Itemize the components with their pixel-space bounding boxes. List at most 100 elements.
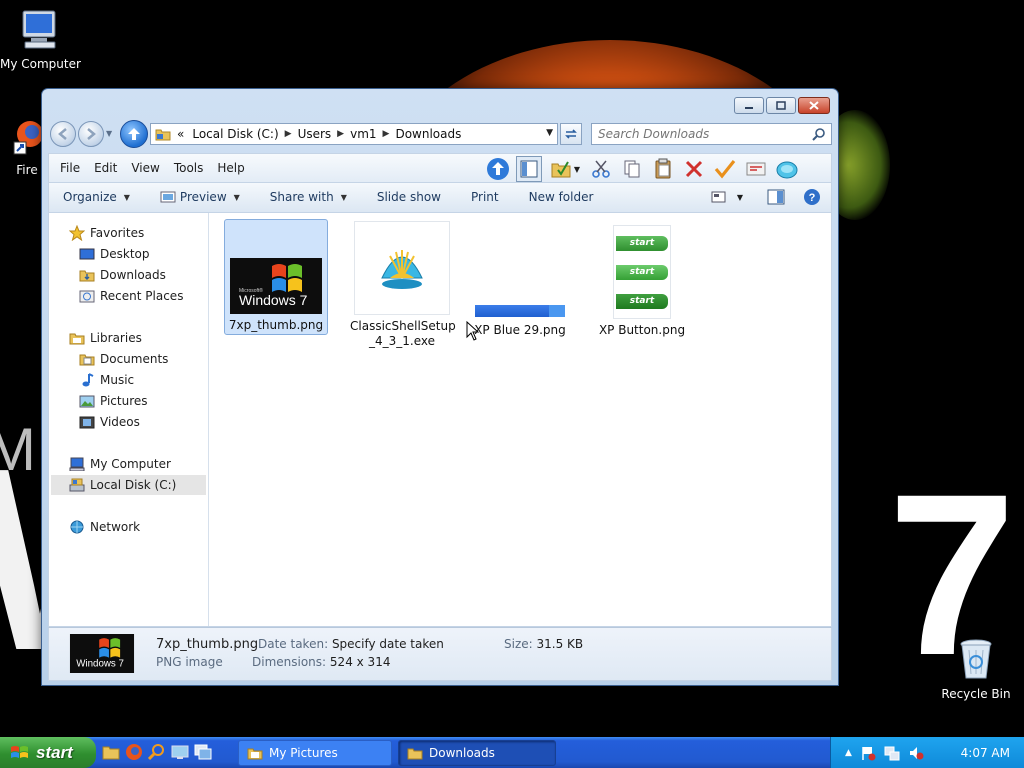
clock[interactable]: 4:07 AM [961, 746, 1010, 760]
preview-label: Preview [179, 190, 227, 204]
maximize-button[interactable] [766, 97, 796, 114]
desktop-icon-my-computer[interactable]: My Computer [0, 8, 81, 71]
toolbar-delete-button[interactable] [681, 156, 707, 182]
taskbar-button-label: My Pictures [269, 746, 338, 760]
minimize-button[interactable] [734, 97, 764, 114]
nav-libraries[interactable]: Libraries [69, 328, 142, 348]
back-button[interactable] [50, 121, 76, 147]
new-folder-button[interactable]: New folder [514, 190, 609, 204]
toolbar-cut-button[interactable] [588, 156, 614, 182]
organize-button[interactable]: Organize ▼ [53, 190, 145, 204]
file-item-xp-blue-29[interactable]: XP Blue 29.png [468, 221, 572, 338]
volume-muted-icon[interactable] [908, 745, 924, 761]
nav-music[interactable]: Music [79, 370, 134, 390]
address-bar[interactable]: « Local Disk (C:) ▶ Users ▶ vm1 ▶ Downlo… [150, 123, 558, 145]
action-center-flag-icon[interactable] [860, 745, 876, 761]
share-with-button[interactable]: Share with ▼ [255, 190, 362, 204]
taskbar-button-my-pictures[interactable]: My Pictures [238, 740, 392, 766]
file-item-classicshellsetup[interactable]: ClassicShellSetup _4_3_1.exe [350, 221, 456, 349]
quick-launch-firefox[interactable] [125, 743, 143, 761]
toolbar-folder-options-button[interactable]: ▼ [547, 156, 583, 182]
address-segment-downloads[interactable]: Downloads [395, 127, 461, 141]
forward-button[interactable] [78, 121, 104, 147]
scissors-icon [592, 160, 610, 178]
toolbar-navigation-pane-button[interactable] [516, 156, 542, 182]
address-segment-local-disk[interactable]: Local Disk (C:) [192, 127, 278, 141]
address-segment-users[interactable]: Users [298, 127, 332, 141]
slide-show-button[interactable]: Slide show [362, 190, 456, 204]
taskbar-button-downloads[interactable]: Downloads [398, 740, 556, 766]
toolbar-classic-shell-button[interactable] [774, 156, 800, 182]
address-dropdown-icon[interactable]: ▼ [546, 128, 553, 138]
nav-local-disk[interactable]: Local Disk (C:) [51, 475, 206, 495]
print-button[interactable]: Print [456, 190, 514, 204]
toolbar-up-button[interactable] [485, 156, 511, 182]
nav-network-label: Network [90, 520, 141, 534]
nav-network[interactable]: Network [69, 517, 140, 537]
mouse-cursor-icon [466, 321, 480, 341]
menu-tools[interactable]: Tools [167, 161, 211, 175]
nav-recent-places[interactable]: Recent Places [79, 286, 183, 306]
quick-launch-window-switcher[interactable] [194, 743, 212, 761]
breadcrumb-separator-icon[interactable]: ▶ [285, 129, 292, 139]
explorer-body: Favorites Desktop Downloads Recent Place… [48, 213, 832, 627]
toolbar-select-button[interactable] [712, 156, 738, 182]
nav-music-label: Music [100, 373, 135, 387]
close-icon [809, 101, 819, 110]
menu-file[interactable]: File [53, 161, 87, 175]
search-box[interactable] [591, 123, 832, 145]
menu-help[interactable]: Help [210, 161, 251, 175]
nav-pictures[interactable]: Pictures [79, 391, 148, 411]
refresh-button[interactable] [560, 123, 582, 145]
file-item-7xp-thumb[interactable]: Microsoft® Windows 7 7xp_thumb.png [224, 219, 328, 335]
nav-pictures-label: Pictures [100, 394, 148, 408]
preview-button[interactable]: Preview ▼ [145, 190, 255, 204]
nav-documents[interactable]: Documents [79, 349, 168, 369]
start-button-preview: start [616, 293, 668, 309]
recent-pages-chevron-icon[interactable]: ▼ [106, 129, 112, 138]
nav-downloads[interactable]: Downloads [79, 265, 166, 285]
toolbar-properties-button[interactable] [743, 156, 769, 182]
help-icon[interactable]: ? [803, 188, 821, 206]
windows-flag-icon [11, 745, 28, 758]
up-folder-button[interactable] [120, 120, 148, 148]
nav-local-disk-label: Local Disk (C:) [90, 478, 177, 492]
menu-edit[interactable]: Edit [87, 161, 124, 175]
details-thumb-text: Windows 7 [76, 659, 124, 670]
menu-view[interactable]: View [124, 161, 166, 175]
details-date-taken-value[interactable]: Specify date taken [332, 637, 444, 651]
toolbar-paste-button[interactable] [650, 156, 676, 182]
details-dimensions: Dimensions: 524 x 314 [252, 655, 390, 669]
file-item-xp-button[interactable]: start start start XP Button.png [590, 221, 694, 338]
nav-my-computer[interactable]: My Computer [69, 454, 171, 474]
toolbar-copy-button[interactable] [619, 156, 645, 182]
quick-launch-explorer[interactable] [102, 743, 120, 761]
search-icon[interactable] [812, 127, 826, 141]
preview-pane-icon[interactable] [767, 189, 785, 205]
preview-icon [160, 191, 176, 203]
address-overflow-chevron[interactable]: « [177, 127, 184, 141]
dropdown-arrow-icon: ▼ [123, 192, 130, 202]
quick-launch-show-desktop[interactable] [171, 743, 189, 761]
nav-favorites[interactable]: Favorites [69, 223, 144, 243]
search-input[interactable] [592, 127, 802, 141]
nav-desktop[interactable]: Desktop [79, 244, 150, 264]
nav-videos[interactable]: Videos [79, 412, 140, 432]
start-button[interactable]: start [0, 737, 96, 768]
change-view-icon[interactable] [711, 190, 727, 204]
dropdown-arrow-icon[interactable]: ▼ [574, 165, 580, 174]
breadcrumb-separator-icon[interactable]: ▶ [337, 129, 344, 139]
breadcrumb-separator-icon[interactable]: ▶ [383, 129, 390, 139]
desktop-icon-recycle-bin[interactable]: Recycle Bin [938, 636, 1014, 701]
desktop-icon-firefox[interactable]: Fire [10, 118, 44, 177]
tray-expand-icon[interactable]: ▲ [845, 748, 852, 758]
address-segment-vm1[interactable]: vm1 [350, 127, 376, 141]
up-arrow-icon [128, 128, 140, 140]
network-status-icon[interactable] [884, 745, 900, 761]
close-button[interactable] [798, 97, 830, 114]
search-icon [148, 744, 164, 761]
taskbar-button-label: Downloads [429, 746, 495, 760]
computer-icon [22, 10, 56, 49]
quick-launch-search[interactable] [148, 743, 166, 761]
view-dropdown-icon[interactable]: ▼ [737, 193, 743, 202]
